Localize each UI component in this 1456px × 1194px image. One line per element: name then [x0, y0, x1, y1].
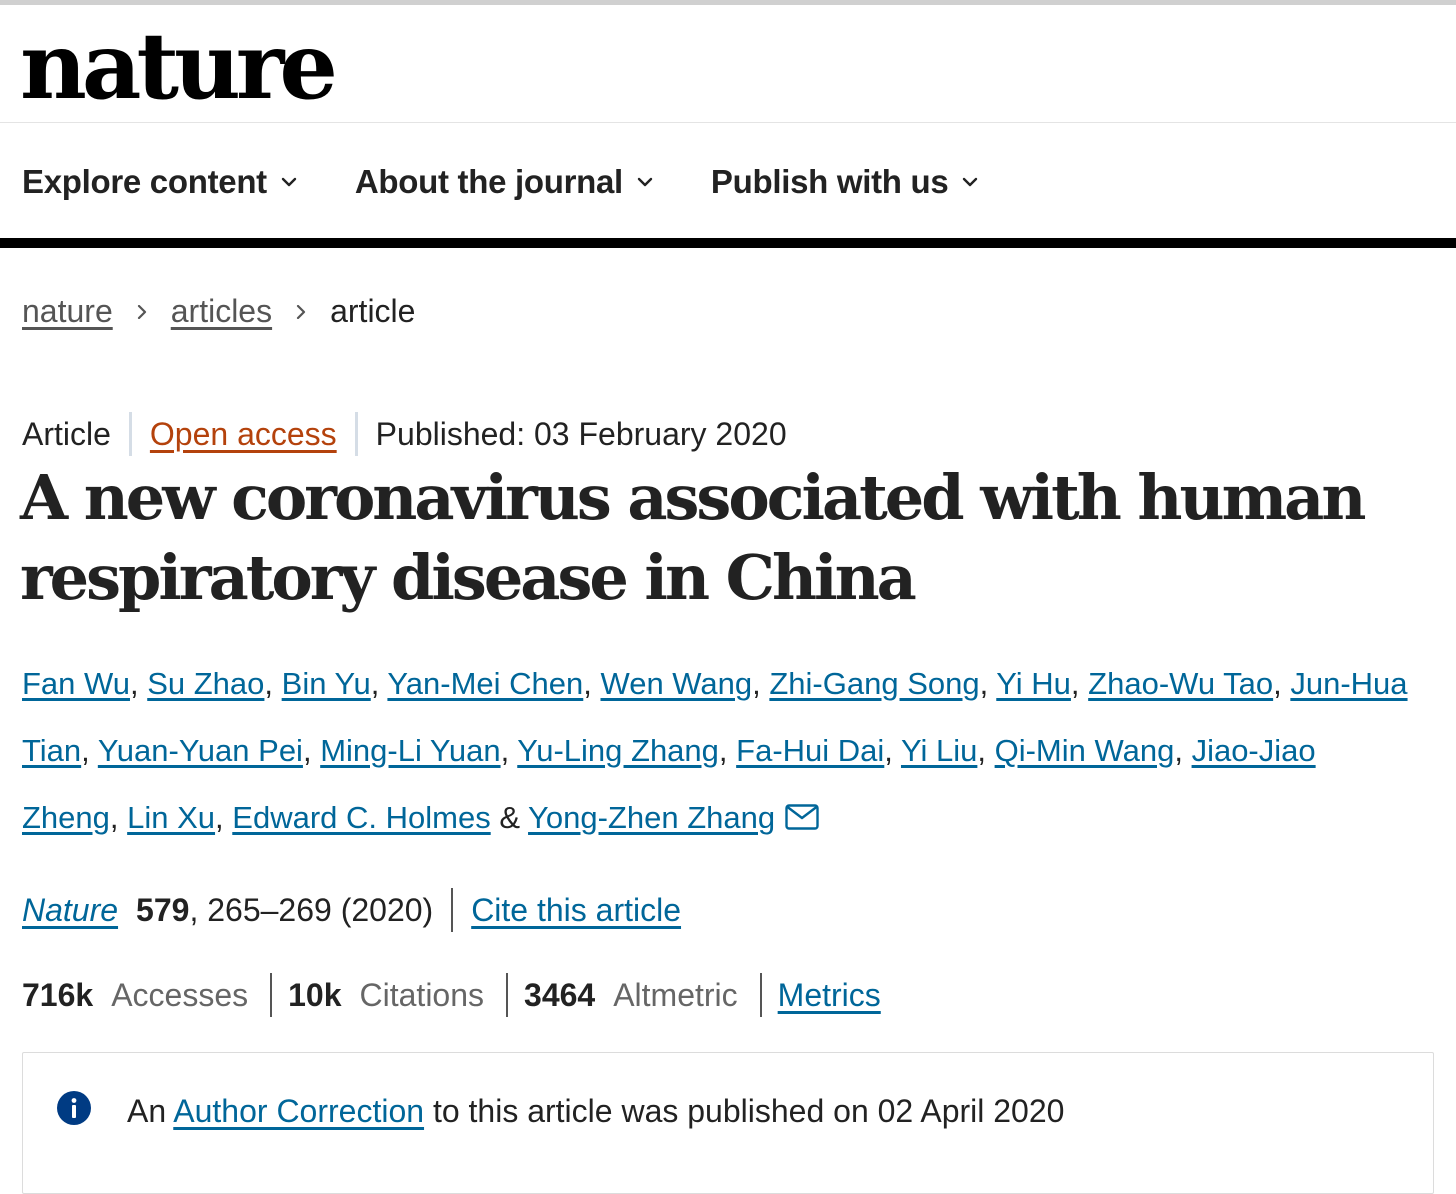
author-separator: ,	[979, 666, 997, 701]
nav-explore-content[interactable]: Explore content	[22, 163, 297, 201]
author-separator: ,	[264, 666, 282, 701]
breadcrumb-current: article	[330, 293, 416, 329]
breadcrumb: nature articles article	[22, 293, 415, 330]
nav-publish-with-us-label: Publish with us	[710, 163, 949, 200]
author-list: Fan Wu, Su Zhao, Bin Yu, Yan-Mei Chen, W…	[22, 650, 1432, 851]
author-link[interactable]: Zhi-Gang Song	[769, 666, 979, 701]
author-separator: ,	[129, 666, 148, 701]
author-separator: ,	[718, 733, 737, 768]
chevron-down-icon	[963, 177, 978, 187]
author-link[interactable]: Yi Hu	[996, 666, 1071, 701]
author-separator: ,	[302, 733, 321, 768]
citation-divider	[451, 888, 454, 932]
breadcrumb-articles-link[interactable]: articles	[171, 293, 272, 330]
chevron-down-icon	[637, 177, 653, 187]
article-type: Article	[22, 415, 111, 452]
author-link[interactable]: Wen Wang	[601, 666, 753, 701]
author-link[interactable]: Lin Xu	[127, 800, 215, 835]
author-correction-notice: An Author Correction to this article was…	[22, 1052, 1434, 1194]
author-separator: ,	[583, 666, 601, 701]
author-link[interactable]: Yuan-Yuan Pei	[98, 733, 303, 768]
citations-label: Citations	[359, 976, 485, 1013]
author-separator: ,	[109, 800, 128, 835]
altmetric-label: Altmetric	[613, 976, 738, 1013]
chevron-down-icon	[281, 177, 297, 187]
metrics-link[interactable]: Metrics	[778, 977, 881, 1014]
author-link[interactable]: Zhao-Wu Tao	[1088, 666, 1273, 701]
author-separator: ,	[81, 733, 98, 768]
article-title: A new coronavirus associated with human …	[20, 461, 1366, 614]
meta-divider	[354, 412, 358, 456]
author-link[interactable]: Yong-Zhen Zhang	[528, 800, 775, 835]
journal-link[interactable]: Nature	[22, 892, 118, 929]
metrics-divider	[759, 973, 762, 1017]
author-link[interactable]: Bin Yu	[282, 666, 371, 701]
author-link[interactable]: Fan Wu	[22, 666, 130, 701]
author-separator: ,	[1174, 733, 1192, 768]
notice-text: An Author Correction to this article was…	[127, 1093, 1064, 1130]
cite-this-article-link[interactable]: Cite this article	[471, 892, 681, 929]
email-icon[interactable]	[785, 804, 819, 830]
volume-number: 579	[136, 891, 190, 928]
top-border	[0, 0, 1456, 5]
author-separator: ,	[1070, 666, 1089, 701]
author-separator: &	[490, 800, 529, 835]
author-separator: ,	[370, 666, 388, 701]
nav-about-the-journal-label: About the journal	[354, 163, 623, 200]
author-link[interactable]: Ming-Li Yuan	[320, 733, 500, 768]
author-link[interactable]: Edward C. Holmes	[232, 800, 490, 835]
open-access-link[interactable]: Open access	[150, 416, 337, 453]
author-separator: ,	[500, 733, 518, 768]
altmetric-score: 3464	[524, 976, 596, 1013]
author-separator: ,	[977, 733, 995, 768]
meta-divider	[128, 412, 132, 456]
nav-publish-with-us[interactable]: Publish with us	[711, 163, 979, 201]
nav-explore-content-label: Explore content	[22, 163, 267, 200]
published-date: Published: 03 February 2020	[375, 415, 787, 452]
nature-logo[interactable]: nature	[20, 16, 338, 116]
notice-prefix: An	[127, 1093, 167, 1129]
main-nav: Explore content About the journal Publis…	[22, 158, 1036, 206]
author-link[interactable]: Yan-Mei Chen	[387, 666, 583, 701]
author-link[interactable]: Qi-Min Wang	[995, 733, 1175, 768]
chevron-right-icon	[296, 304, 306, 319]
chevron-right-icon	[137, 304, 146, 319]
author-separator: ,	[752, 666, 770, 701]
nav-bottom-border	[0, 238, 1456, 248]
breadcrumb-nature-link[interactable]: nature	[22, 293, 113, 330]
author-link[interactable]: Yu-Ling Zhang	[517, 733, 719, 768]
accesses-label: Accesses	[111, 976, 249, 1013]
author-separator: ,	[215, 800, 233, 835]
metrics-divider	[270, 973, 273, 1017]
citation-line: Nature 579 , 265–269 (2020) Cite this ar…	[22, 886, 681, 934]
author-link[interactable]: Su Zhao	[147, 666, 264, 701]
author-link[interactable]: Yi Liu	[901, 733, 977, 768]
article-metrics: 716k Accesses 10k Citations 3464 Altmetr…	[22, 970, 881, 1020]
author-separator: ,	[884, 733, 901, 768]
info-icon	[57, 1091, 91, 1125]
header-divider	[0, 122, 1456, 123]
article-meta: Article Open access Published: 03 Februa…	[22, 410, 787, 458]
notice-suffix: to this article was published on 02 Apri…	[432, 1093, 1065, 1129]
pages-year: , 265–269 (2020)	[189, 891, 434, 928]
metrics-divider	[506, 973, 509, 1017]
author-correction-link[interactable]: Author Correction	[173, 1093, 424, 1129]
author-link[interactable]: Fa-Hui Dai	[736, 733, 884, 768]
citations-count: 10k	[288, 976, 342, 1013]
accesses-count: 716k	[22, 976, 94, 1013]
author-separator: ,	[1273, 666, 1291, 701]
nav-about-the-journal[interactable]: About the journal	[355, 163, 653, 201]
